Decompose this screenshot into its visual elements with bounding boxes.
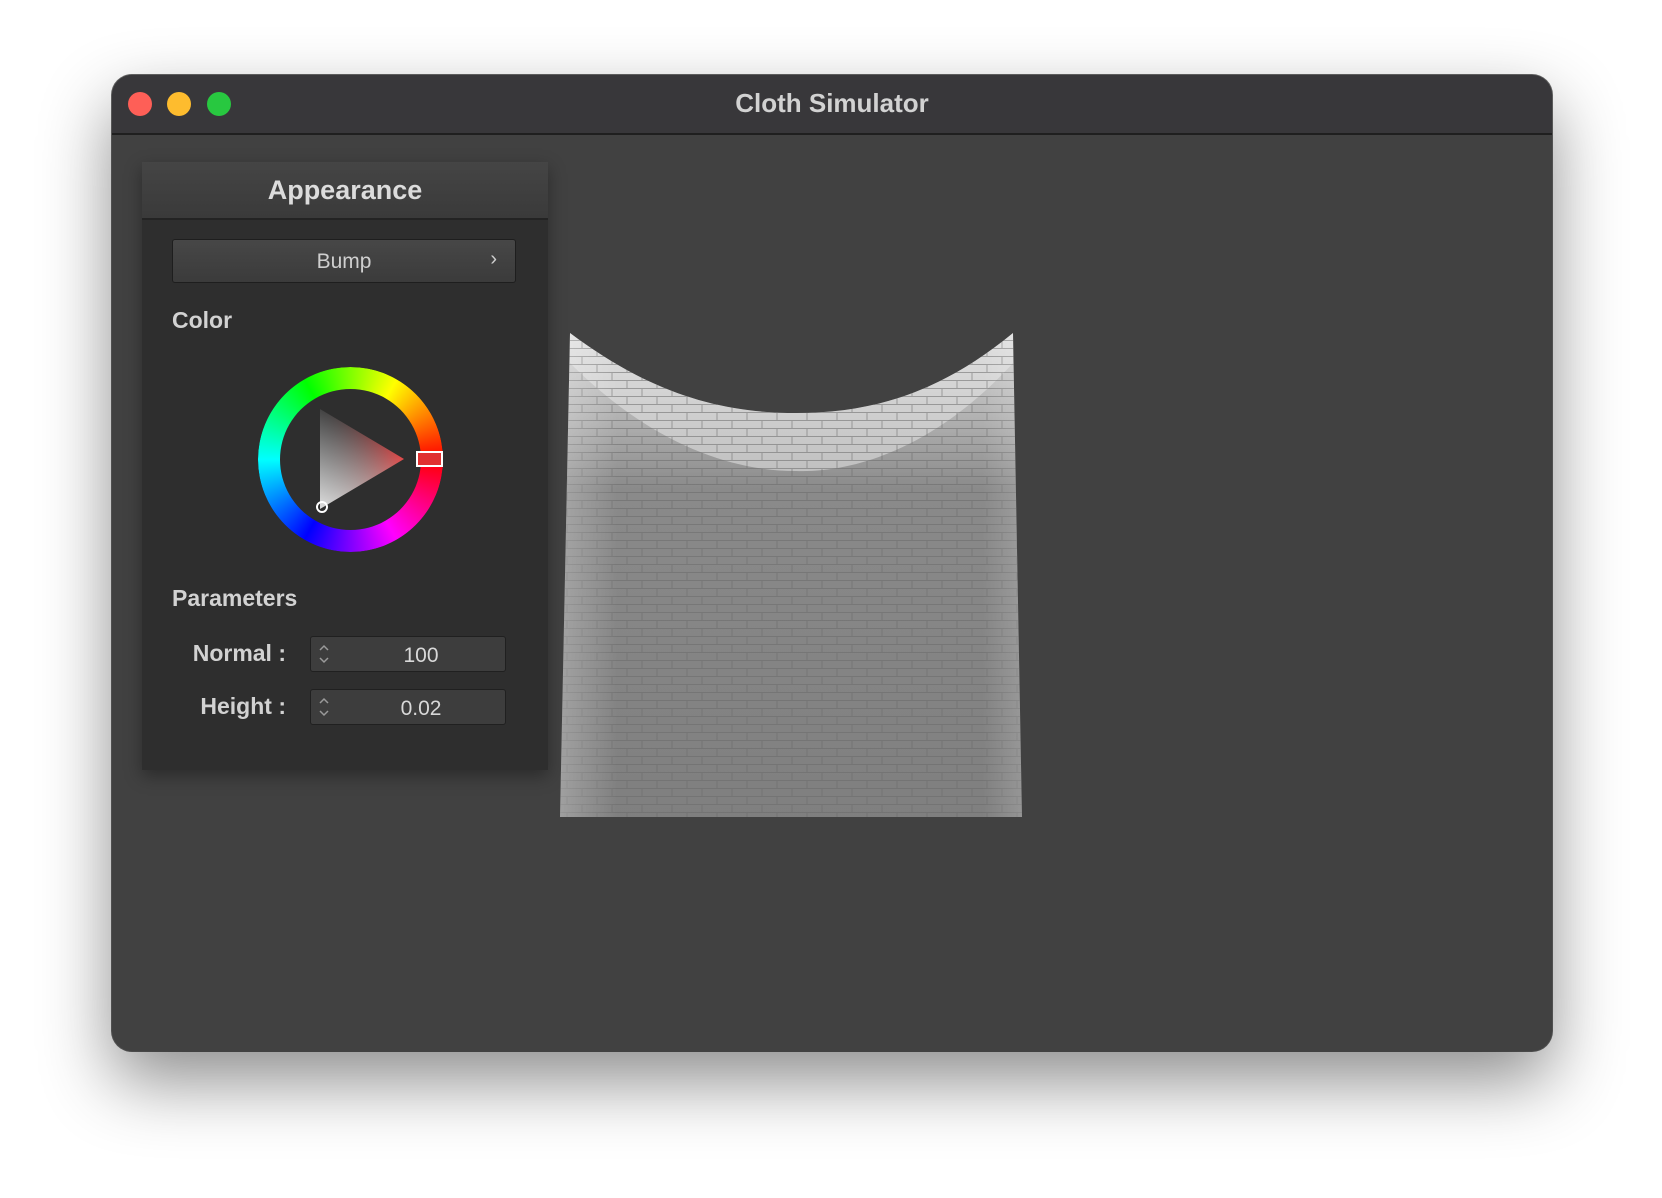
color-wheel[interactable] [258,367,443,552]
cloth-viewport[interactable] [560,333,1040,853]
parameters-section-label: Parameters [172,585,298,611]
panel-header: Appearance [142,162,548,220]
height-label: Height : [200,693,286,719]
normal-value: 100 [403,644,439,667]
cloth-mesh [560,333,1022,817]
title-bar[interactable]: Cloth Simulator [112,75,1552,135]
hue-picker-handle[interactable] [416,451,443,467]
stepper-arrows-icon[interactable] [317,640,331,668]
height-spinbox[interactable]: 0.02 [310,689,506,725]
normal-label: Normal : [192,640,286,666]
height-value: 0.02 [400,697,442,720]
panel-title: Appearance [267,175,423,205]
window-title: Cloth Simulator [735,88,929,118]
bump-dropdown[interactable]: Bump › [172,239,516,283]
dropdown-label: Bump [316,250,372,273]
color-section-label: Color [172,307,233,333]
app-window: Cloth Simulator Appearance Bump › Color [112,75,1552,1051]
appearance-panel: Appearance Bump › Color Parameters Norma… [142,162,548,770]
chevron-right-icon: › [490,248,497,270]
normal-spinbox[interactable]: 100 [310,636,506,672]
saturation-value-triangle[interactable] [320,409,404,509]
stepper-arrows-icon[interactable] [317,693,331,721]
